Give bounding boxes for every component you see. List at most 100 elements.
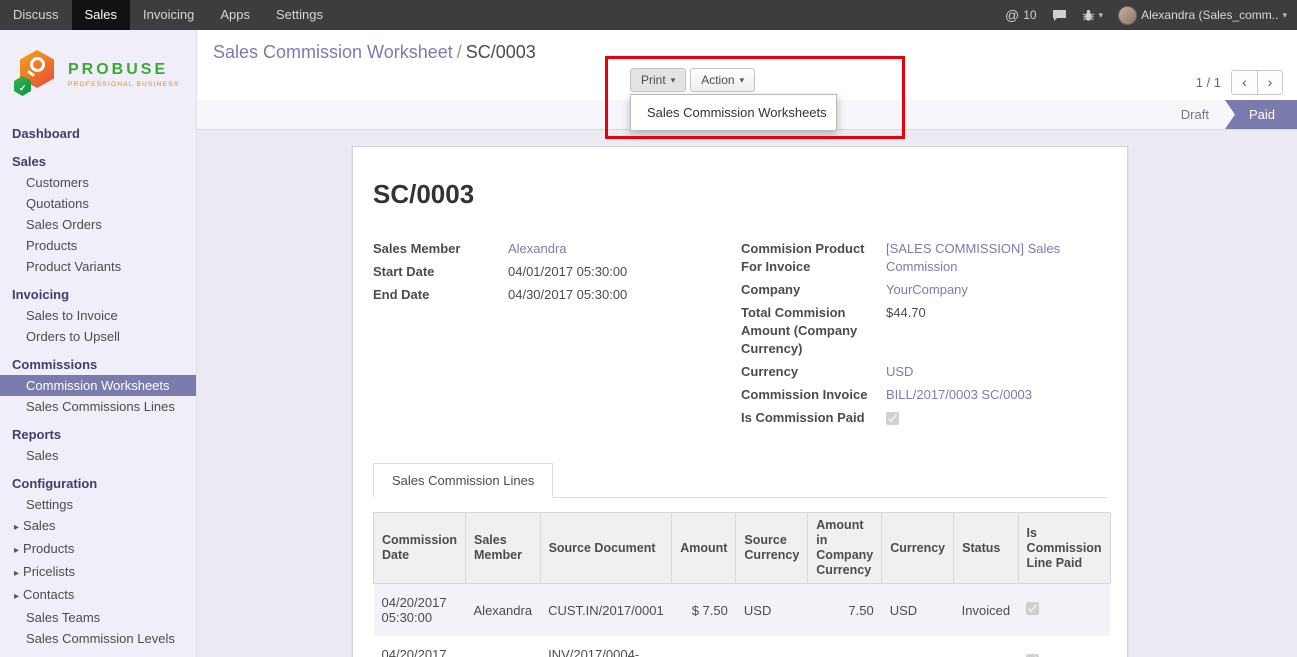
notebook-tabs: Sales Commission Lines: [373, 463, 1107, 498]
bug-icon: [1082, 9, 1095, 22]
cell-amount: $ 7.50: [672, 584, 736, 637]
cell-commission-date: 04/20/2017 05:30:00: [374, 636, 466, 657]
action-button-label: Action: [701, 73, 734, 87]
field-label: Start Date: [373, 263, 508, 281]
pager-next-button[interactable]: ›: [1257, 70, 1283, 95]
sidebar-item-contacts[interactable]: ▸Contacts: [0, 584, 196, 607]
cell-commission-date: 04/20/2017 05:30:00: [374, 584, 466, 637]
breadcrumb-current: SC/0003: [466, 42, 536, 62]
sidebar-item-settings[interactable]: Settings: [0, 494, 196, 515]
is-commission-paid-checkbox: [886, 412, 899, 425]
app-menu: Discuss Sales Invoicing Apps Settings: [0, 0, 336, 30]
field-group-right: Commision Product For Invoice [SALES COM…: [741, 240, 1107, 435]
print-button[interactable]: Print ▾: [630, 68, 686, 92]
sidebar-item-label: Products: [23, 541, 74, 556]
sidebar-item-sales-commissions-lines[interactable]: Sales Commissions Lines: [0, 396, 196, 417]
app-menu-settings[interactable]: Settings: [263, 0, 336, 30]
field-label: End Date: [373, 286, 508, 304]
chevron-down-icon: ▾: [671, 75, 676, 86]
sidebar-section-invoicing[interactable]: Invoicing: [0, 284, 196, 305]
sidebar-section-configuration[interactable]: Configuration: [0, 473, 196, 494]
field-sales-member: Sales Member Alexandra: [373, 240, 741, 258]
sidebar-item-product-variants[interactable]: Product Variants: [0, 256, 196, 277]
logo-title: PROBUSE: [68, 61, 179, 79]
field-currency: Currency USD: [741, 363, 1107, 381]
field-label: Company: [741, 281, 886, 299]
app-menu-invoicing[interactable]: Invoicing: [130, 0, 207, 30]
caret-right-icon: ▸: [14, 568, 19, 579]
field-value-sales-member[interactable]: Alexandra: [508, 240, 567, 258]
sidebar-section-reports[interactable]: Reports: [0, 424, 196, 445]
tab-sales-commission-lines[interactable]: Sales Commission Lines: [373, 463, 553, 498]
messages-menu[interactable]: [1052, 9, 1067, 22]
app-menu-apps[interactable]: Apps: [207, 0, 263, 30]
sidebar-item-sales-commission-levels[interactable]: Sales Commission Levels: [0, 628, 196, 649]
activity-menu[interactable]: @ 10: [1005, 7, 1037, 23]
breadcrumb-separator: /: [453, 42, 466, 62]
app-menu-sales[interactable]: Sales: [72, 0, 131, 30]
field-value-commission-product[interactable]: [SALES COMMISSION] Sales Commission: [886, 240, 1107, 276]
breadcrumb: Sales Commission Worksheet/SC/0003: [197, 30, 1297, 63]
probuse-logo-icon: ✓: [14, 48, 60, 100]
sidebar-item-orders-to-upsell[interactable]: Orders to Upsell: [0, 326, 196, 347]
activity-count: 10: [1023, 8, 1036, 22]
topbar-right: @ 10 ▾ Alexandra (Sales_comm.. ▾: [1005, 0, 1297, 30]
cell-source-document: CUST.IN/2017/0001: [540, 584, 672, 637]
cell-line-paid: [1018, 636, 1110, 657]
field-value-company[interactable]: YourCompany: [886, 281, 968, 299]
status-step-paid[interactable]: Paid: [1225, 100, 1297, 129]
probuse-logo[interactable]: ✓ PROBUSE PROFESSIONAL BUSINESS: [0, 30, 196, 116]
app-menu-discuss[interactable]: Discuss: [0, 0, 72, 30]
col-header-amount-company-currency: Amount in Company Currency: [808, 513, 882, 584]
field-value-commission-invoice[interactable]: BILL/2017/0003 SC/0003: [886, 386, 1032, 404]
debug-menu[interactable]: ▾: [1082, 9, 1104, 22]
sidebar-item-sales-orders[interactable]: Sales Orders: [0, 214, 196, 235]
sidebar-item-commission-worksheets[interactable]: Commission Worksheets: [0, 375, 196, 396]
cell-amount-company-currency: 18.60: [808, 636, 882, 657]
sidebar-menu: Dashboard Sales Customers Quotations Sal…: [0, 123, 196, 649]
avatar: [1118, 6, 1137, 25]
chevron-down-icon: ▾: [1282, 10, 1287, 21]
pager-buttons: ‹ ›: [1231, 70, 1283, 95]
sidebar-item-quotations[interactable]: Quotations: [0, 193, 196, 214]
form-view: SC/0003 Sales Member Alexandra Start Dat…: [197, 130, 1297, 657]
sidebar-item-customers[interactable]: Customers: [0, 172, 196, 193]
menu-item-sales-commission-worksheets[interactable]: Sales Commission Worksheets: [631, 100, 836, 125]
sidebar-item-config-sales[interactable]: ▸Sales: [0, 515, 196, 538]
chat-bubble-icon: [1052, 9, 1067, 22]
cell-status: Invoiced: [954, 584, 1018, 637]
sidebar-item-products[interactable]: Products: [0, 235, 196, 256]
field-value-currency[interactable]: USD: [886, 363, 913, 381]
sidebar-section-commissions[interactable]: Commissions: [0, 354, 196, 375]
cell-line-paid: [1018, 584, 1110, 637]
field-start-date: Start Date 04/01/2017 05:30:00: [373, 263, 741, 281]
sidebar-item-reports-sales[interactable]: Sales: [0, 445, 196, 466]
caret-right-icon: ▸: [14, 545, 19, 556]
action-buttons: Print ▾ Action ▾: [630, 68, 755, 92]
chevron-down-icon: ▾: [1099, 10, 1104, 21]
logo-subtitle: PROFESSIONAL BUSINESS: [68, 81, 179, 88]
sidebar-section-sales[interactable]: Sales: [0, 151, 196, 172]
sidebar-item-sales-to-invoice[interactable]: Sales to Invoice: [0, 305, 196, 326]
table-row[interactable]: 04/20/2017 05:30:00 Alexandra INV/2017/0…: [374, 636, 1111, 657]
user-name: Alexandra (Sales_comm..: [1141, 8, 1278, 22]
probuse-logo-text: PROBUSE PROFESSIONAL BUSINESS: [68, 61, 179, 88]
cell-amount: $ 18.60: [672, 636, 736, 657]
sidebar-item-dashboard[interactable]: Dashboard: [0, 123, 196, 144]
action-button[interactable]: Action ▾: [690, 68, 755, 92]
sidebar-item-sales-teams[interactable]: Sales Teams: [0, 607, 196, 628]
sidebar-item-pricelists[interactable]: ▸Pricelists: [0, 561, 196, 584]
commission-lines-table: Commission Date Sales Member Source Docu…: [373, 512, 1111, 657]
breadcrumb-parent-link[interactable]: Sales Commission Worksheet: [213, 42, 453, 62]
top-navbar: Discuss Sales Invoicing Apps Settings @ …: [0, 0, 1297, 30]
status-step-draft[interactable]: Draft: [1165, 100, 1225, 129]
cell-sales-member: Alexandra: [466, 636, 541, 657]
table-header-row: Commission Date Sales Member Source Docu…: [374, 513, 1111, 584]
cell-currency: USD: [882, 584, 954, 637]
cell-status: Invoiced: [954, 636, 1018, 657]
sidebar-item-config-products[interactable]: ▸ Products: [0, 538, 196, 561]
table-row[interactable]: 04/20/2017 05:30:00 Alexandra CUST.IN/20…: [374, 584, 1111, 637]
user-menu[interactable]: Alexandra (Sales_comm.. ▾: [1118, 6, 1287, 25]
field-company: Company YourCompany: [741, 281, 1107, 299]
pager-previous-button[interactable]: ‹: [1231, 70, 1257, 95]
